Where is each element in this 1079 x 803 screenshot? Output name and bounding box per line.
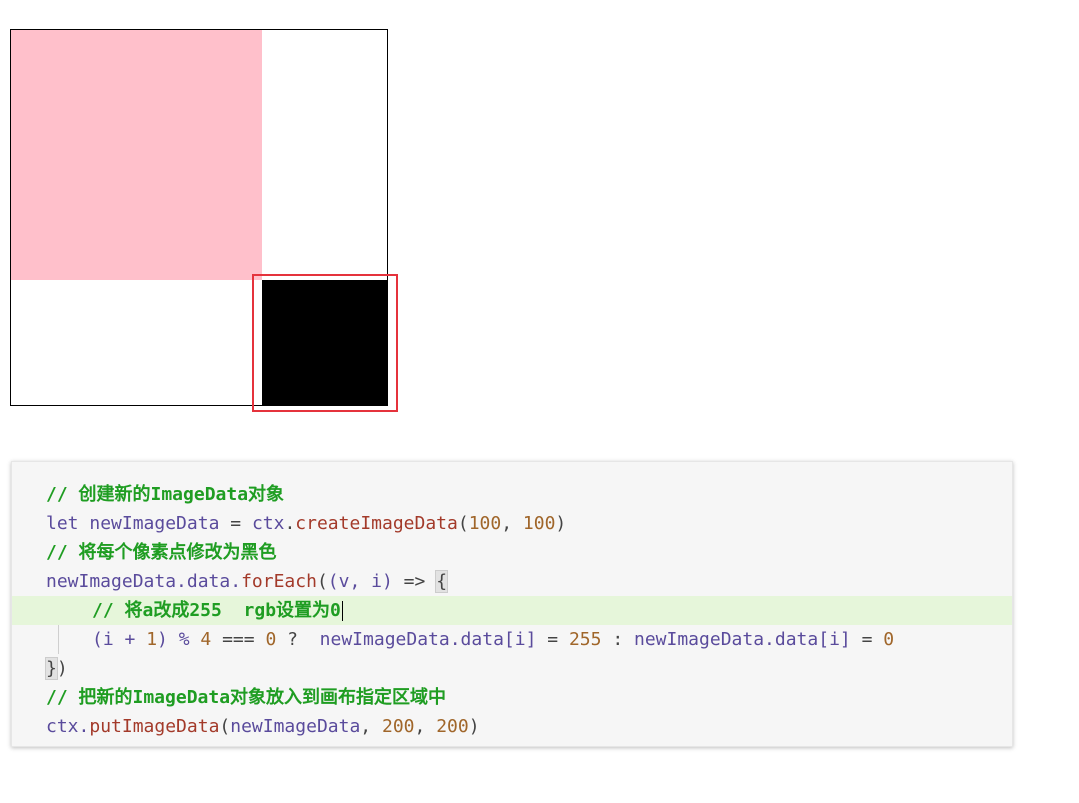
identifier: newImageData xyxy=(89,513,220,534)
punct: ( xyxy=(457,513,469,534)
identifier: newImageData.data[i] xyxy=(634,629,851,650)
operator: = xyxy=(547,629,559,650)
number: 100 xyxy=(522,513,556,534)
function-name: createImageData xyxy=(295,513,458,534)
operator: === xyxy=(222,629,255,650)
number: 200 xyxy=(381,716,415,737)
params: (v, i) xyxy=(327,571,393,592)
code-line-4: newImageData.data.forEach((v, i) => { xyxy=(12,567,1012,596)
pink-rectangle xyxy=(11,30,262,280)
number: 1 xyxy=(146,629,158,650)
punct: ( xyxy=(316,571,328,592)
identifier: ctx xyxy=(251,513,285,534)
code-line-7: }) xyxy=(12,654,1012,683)
matched-brace: } xyxy=(45,657,58,680)
operator: = xyxy=(861,629,873,650)
comment: // 把新的ImageData对象放入到画布指定区域中 xyxy=(46,687,447,708)
code-line-3: // 将每个像素点修改为黑色 xyxy=(12,538,1012,567)
punct: , xyxy=(414,716,426,737)
highlight-annotation-box xyxy=(252,274,398,412)
punct: , xyxy=(360,716,372,737)
keyword-let: let xyxy=(46,513,79,534)
code-line-1: // 创建新的ImageData对象 xyxy=(12,480,1012,509)
code-line-2: let newImageData = ctx.createImageData(1… xyxy=(12,509,1012,538)
number: 200 xyxy=(436,716,469,737)
punct: , xyxy=(501,513,513,534)
punct: ) xyxy=(555,513,567,534)
function-name: forEach xyxy=(241,571,317,592)
expression: ) % xyxy=(157,629,190,650)
operator: : xyxy=(612,629,624,650)
comment: // 创建新的ImageData对象 xyxy=(46,484,285,505)
code-line-8: // 把新的ImageData对象放入到画布指定区域中 xyxy=(12,683,1012,712)
identifier: newImageData.data. xyxy=(46,571,242,592)
function-name: putImageData xyxy=(89,716,220,737)
code-line-5-active[interactable]: // 将a改成255 rgb设置为0 xyxy=(12,596,1012,625)
number: 100 xyxy=(468,513,502,534)
comment: // 将每个像素点修改为黑色 xyxy=(46,542,277,563)
number: 255 xyxy=(568,629,602,650)
text-cursor xyxy=(341,601,343,621)
arrow-operator: => xyxy=(403,571,426,592)
identifier: ctx. xyxy=(46,716,90,737)
punct: ( xyxy=(219,716,231,737)
expression: (i + xyxy=(92,629,136,650)
operator: ? xyxy=(287,629,298,650)
code-editor[interactable]: // 创建新的ImageData对象 let newImageData = ct… xyxy=(11,461,1013,747)
code-line-6: (i + 1) % 4 === 0 ? newImageData.data[i]… xyxy=(12,625,1012,654)
matched-brace: { xyxy=(435,570,449,593)
operator: = xyxy=(230,513,242,534)
identifier: newImageData.data[i] xyxy=(319,629,537,650)
number: 0 xyxy=(883,629,895,650)
punct: ) xyxy=(56,658,68,679)
number: 4 xyxy=(200,629,212,650)
number: 0 xyxy=(265,629,277,650)
punct: ) xyxy=(468,716,480,737)
punct: . xyxy=(284,513,296,534)
code-line-9: ctx.putImageData(newImageData, 200, 200) xyxy=(12,712,1012,741)
comment: // 将a改成255 rgb设置为0 xyxy=(92,600,341,621)
identifier: newImageData xyxy=(230,716,361,737)
